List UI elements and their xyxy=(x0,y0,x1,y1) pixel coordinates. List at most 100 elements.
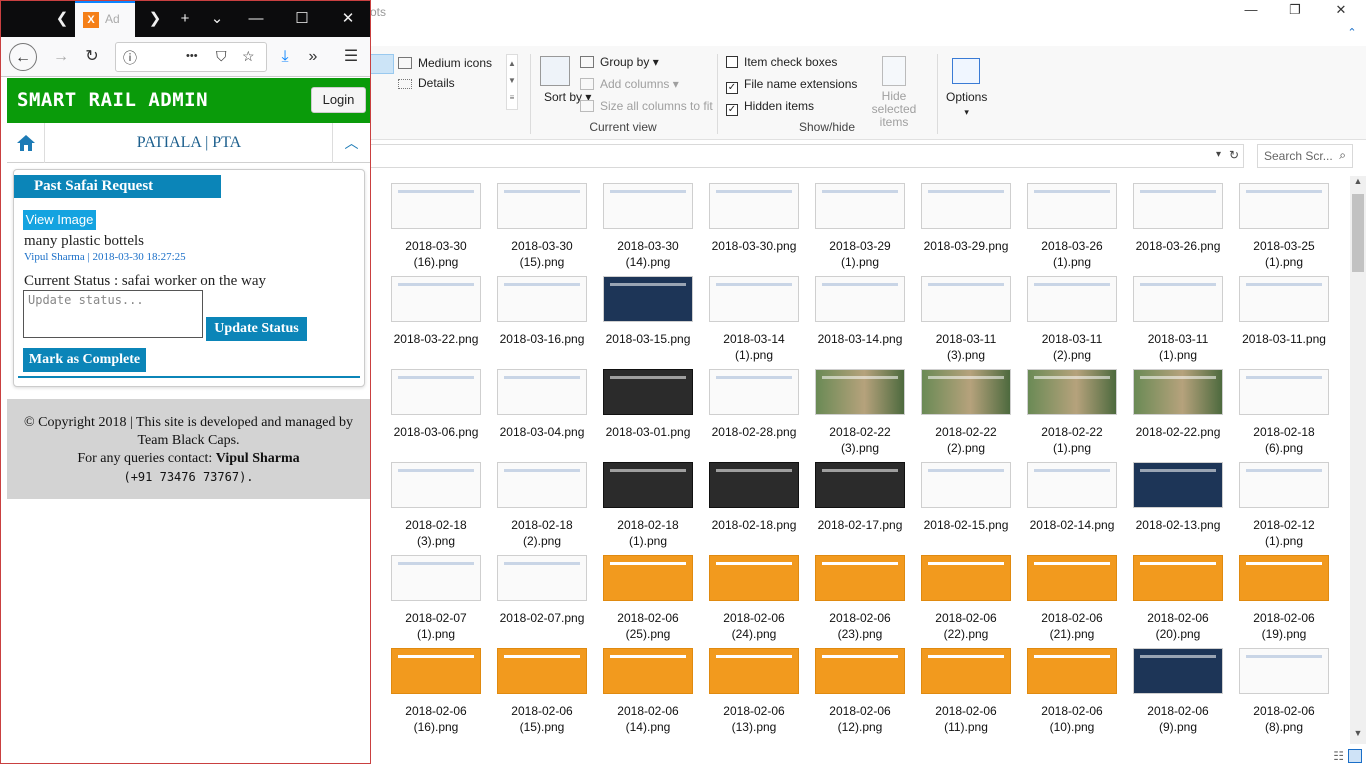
file-item[interactable]: 2018-02-06 (10).png xyxy=(1022,641,1122,734)
options-button[interactable]: Options ▾ xyxy=(946,90,987,119)
tab-scroll-right-icon[interactable]: ❯ xyxy=(142,7,168,31)
file-item[interactable]: 2018-03-16.png xyxy=(492,269,592,359)
file-item[interactable]: 2018-02-18 (1).png xyxy=(598,455,698,548)
file-item[interactable]: 2018-03-04.png xyxy=(492,362,592,452)
view-image-button[interactable]: View Image xyxy=(23,210,96,230)
file-item[interactable]: 2018-02-06 (25).png xyxy=(598,548,698,641)
url-bar[interactable]: ⓘ ••• ⛉ ☆ xyxy=(115,42,267,72)
item-check-boxes-checkbox[interactable] xyxy=(726,56,738,68)
file-item[interactable]: 2018-02-07.png xyxy=(492,548,592,638)
file-item[interactable]: 2018-02-06 (14).png xyxy=(598,641,698,734)
details-view-icon[interactable]: ☷ xyxy=(1333,749,1344,763)
page-actions-icon[interactable]: ••• xyxy=(186,50,198,62)
explorer-close-button[interactable]: ✕ xyxy=(1318,2,1364,24)
hidden-items-checkbox[interactable]: ✓ xyxy=(726,104,738,116)
file-item[interactable]: 2018-03-11 (1).png xyxy=(1128,269,1228,362)
file-item[interactable]: 2018-02-06 (24).png xyxy=(704,548,804,641)
file-item[interactable]: 2018-02-18 (3).png xyxy=(386,455,486,548)
file-item[interactable]: 2018-02-22 (2).png xyxy=(916,362,1016,455)
back-button[interactable]: ← xyxy=(9,43,37,71)
file-item[interactable]: 2018-02-07 (1).png xyxy=(386,548,486,641)
chevron-up-icon[interactable]: ︿ xyxy=(332,123,370,163)
file-item[interactable]: 2018-02-18 (6).png xyxy=(1234,362,1334,455)
layout-scroll[interactable]: ▲ ▼ ≡ xyxy=(506,54,518,110)
file-item[interactable]: 2018-03-26 (1).png xyxy=(1022,176,1122,269)
hidden-items-toggle[interactable]: ✓ Hidden items xyxy=(726,99,814,116)
file-item[interactable]: 2018-03-30 (16).png xyxy=(386,176,486,269)
explorer-scrollbar[interactable]: ▲ ▼ xyxy=(1350,176,1366,744)
status-textarea[interactable]: Update status... xyxy=(23,290,203,338)
file-item[interactable]: 2018-03-26.png xyxy=(1128,176,1228,266)
file-item[interactable]: 2018-03-11 (3).png xyxy=(916,269,1016,362)
tab-scroll-left-icon[interactable]: ❮ xyxy=(49,7,75,31)
file-item[interactable]: 2018-03-01.png xyxy=(598,362,698,452)
tab-list-button[interactable]: ⌄ xyxy=(204,7,230,31)
add-columns-button[interactable]: Add columns ▾ xyxy=(580,77,679,91)
file-item[interactable]: 2018-02-14.png xyxy=(1022,455,1122,545)
file-item[interactable]: 2018-02-06 (23).png xyxy=(810,548,910,641)
file-item[interactable]: 2018-02-13.png xyxy=(1128,455,1228,545)
large-icons-view-icon[interactable] xyxy=(1348,749,1362,763)
file-item[interactable]: 2018-02-06 (19).png xyxy=(1234,548,1334,641)
file-item[interactable]: 2018-03-29 (1).png xyxy=(810,176,910,269)
file-name-extensions-checkbox[interactable]: ✓ xyxy=(726,82,738,94)
site-info-icon[interactable]: ⓘ xyxy=(123,48,137,68)
file-item[interactable]: 2018-02-06 (11).png xyxy=(916,641,1016,734)
browser-close-button[interactable]: ✕ xyxy=(335,7,361,31)
site-brand[interactable]: SMART RAIL ADMIN xyxy=(17,89,208,111)
overflow-icon[interactable]: » xyxy=(299,43,327,71)
pocket-icon[interactable]: ⛉ xyxy=(216,48,227,65)
file-item[interactable]: 2018-02-12 (1).png xyxy=(1234,455,1334,548)
item-check-boxes-toggle[interactable]: Item check boxes xyxy=(726,55,837,69)
layout-medium-icons[interactable]: Medium icons xyxy=(398,56,492,70)
home-button[interactable] xyxy=(7,123,45,163)
file-item[interactable]: 2018-03-22.png xyxy=(386,269,486,359)
file-item[interactable]: 2018-03-11 (2).png xyxy=(1022,269,1122,362)
explorer-minimize-button[interactable]: — xyxy=(1228,2,1274,24)
file-item[interactable]: 2018-02-06 (12).png xyxy=(810,641,910,734)
update-status-button[interactable]: Update Status xyxy=(206,317,307,341)
new-tab-button[interactable]: + xyxy=(172,7,198,31)
refresh-icon[interactable]: ↻ xyxy=(1229,148,1239,162)
file-item[interactable]: 2018-03-29.png xyxy=(916,176,1016,266)
file-item[interactable]: 2018-02-18.png xyxy=(704,455,804,545)
explorer-search-input[interactable]: Search Scr... ⌕ xyxy=(1257,144,1353,168)
file-item[interactable]: 2018-02-06 (13).png xyxy=(704,641,804,734)
explorer-restore-button[interactable]: ❐ xyxy=(1272,2,1318,24)
file-item[interactable]: 2018-02-15.png xyxy=(916,455,1016,545)
bookmark-star-icon[interactable]: ☆ xyxy=(242,48,255,65)
file-item[interactable]: 2018-02-22 (1).png xyxy=(1022,362,1122,455)
mark-complete-button[interactable]: Mark as Complete xyxy=(23,348,146,372)
file-item[interactable]: 2018-02-17.png xyxy=(810,455,910,545)
file-item[interactable]: 2018-03-30 (14).png xyxy=(598,176,698,269)
forward-button[interactable]: → xyxy=(47,43,75,71)
file-item[interactable]: 2018-03-14.png xyxy=(810,269,910,359)
file-item[interactable]: 2018-02-06 (21).png xyxy=(1022,548,1122,641)
layout-details[interactable]: Details xyxy=(398,76,455,90)
file-item[interactable]: 2018-02-06 (15).png xyxy=(492,641,592,734)
file-item[interactable]: 2018-02-06 (9).png xyxy=(1128,641,1228,734)
file-item[interactable]: 2018-02-06 (20).png xyxy=(1128,548,1228,641)
file-item[interactable]: 2018-02-28.png xyxy=(704,362,804,452)
file-item[interactable]: 2018-03-30 (15).png xyxy=(492,176,592,269)
file-item[interactable]: 2018-03-06.png xyxy=(386,362,486,452)
download-icon[interactable]: ⤓ xyxy=(271,43,299,71)
hamburger-menu-icon[interactable]: ☰ xyxy=(337,43,365,71)
scroll-up-icon[interactable]: ▲ xyxy=(1350,176,1366,192)
file-item[interactable]: 2018-02-22.png xyxy=(1128,362,1228,452)
login-button[interactable]: Login xyxy=(311,87,366,113)
hide-selected-button[interactable]: Hide selected items xyxy=(858,90,930,129)
scroll-down-icon[interactable]: ▼ xyxy=(1350,728,1366,744)
file-item[interactable]: 2018-03-15.png xyxy=(598,269,698,359)
file-item[interactable]: 2018-03-30.png xyxy=(704,176,804,266)
file-item[interactable]: 2018-03-14 (1).png xyxy=(704,269,804,362)
help-circle-icon[interactable]: ⌃ xyxy=(1342,26,1362,42)
file-item[interactable]: 2018-02-06 (16).png xyxy=(386,641,486,734)
chevron-down-icon[interactable]: ▾ xyxy=(1216,149,1221,160)
file-item[interactable]: 2018-02-06 (8).png xyxy=(1234,641,1334,734)
address-bar[interactable]: ▾ ↻ xyxy=(370,144,1244,168)
file-item[interactable]: 2018-03-11.png xyxy=(1234,269,1334,359)
group-by-button[interactable]: Group by ▾ xyxy=(580,55,659,69)
browser-minimize-button[interactable]: — xyxy=(243,7,269,31)
browser-tab[interactable]: X Ad xyxy=(75,1,135,37)
